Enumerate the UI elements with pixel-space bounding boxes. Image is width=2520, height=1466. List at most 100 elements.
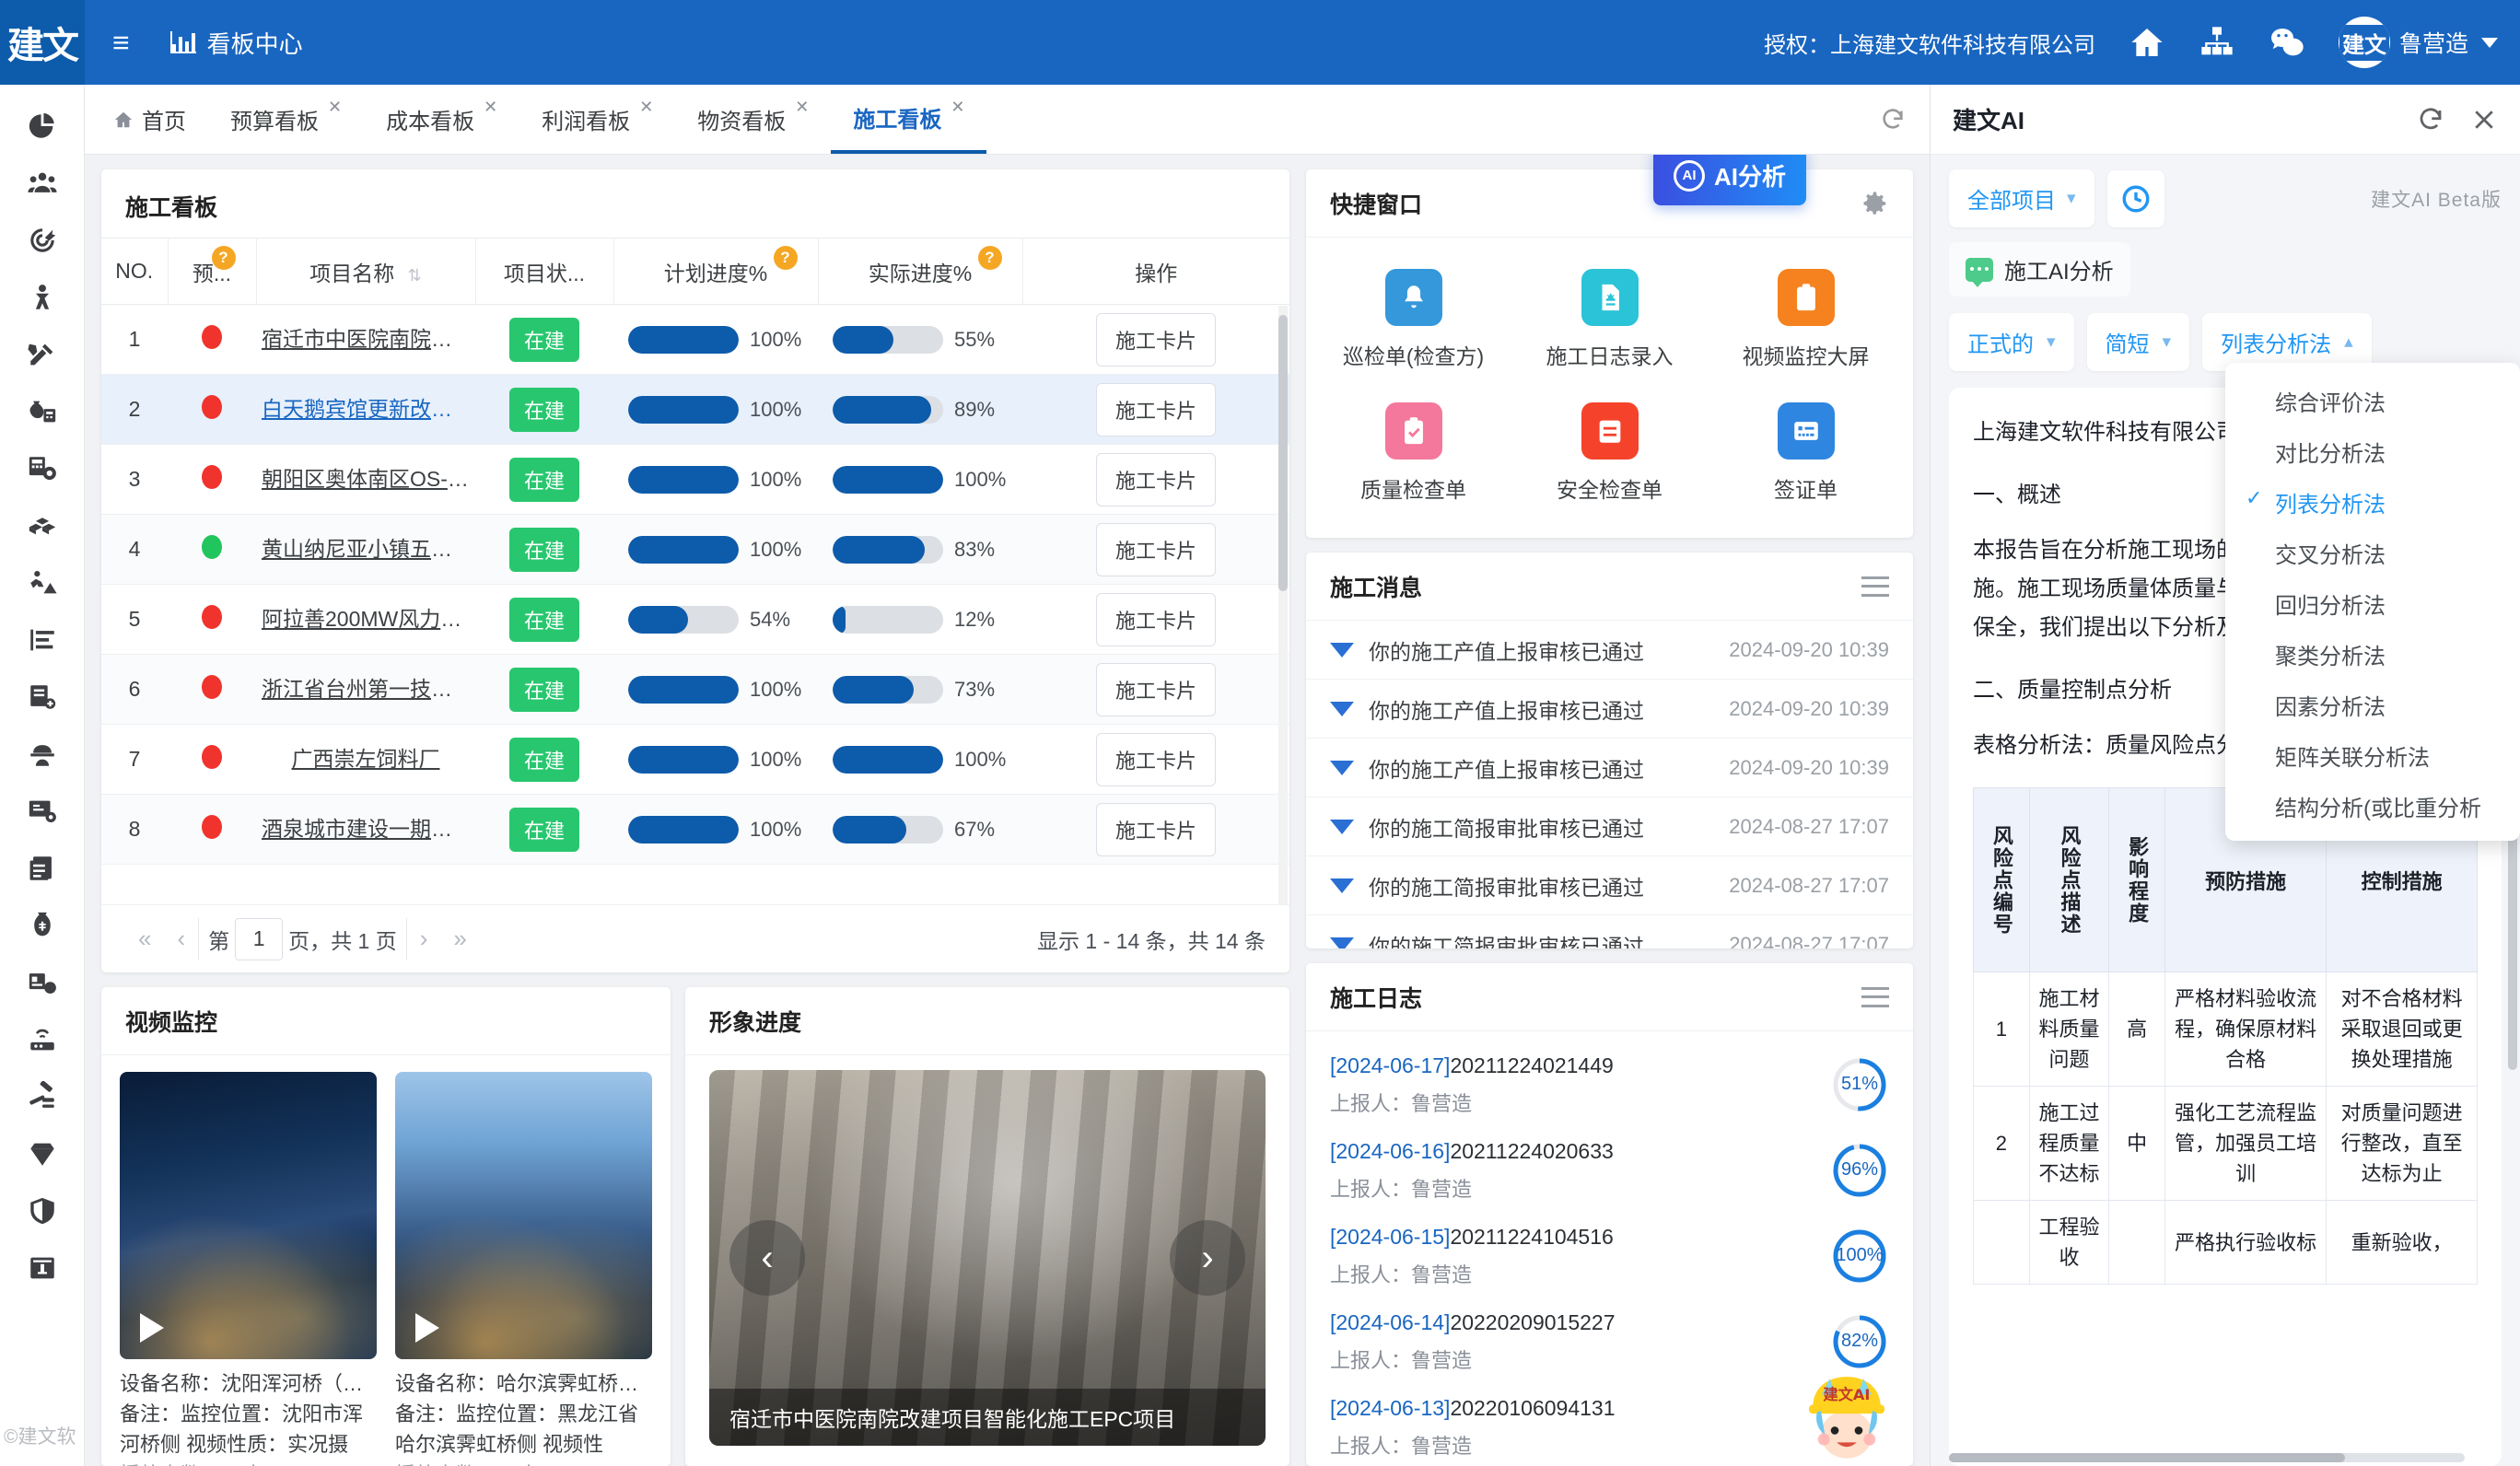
tab-refresh-button[interactable] <box>1880 85 1930 154</box>
dropdown-option[interactable]: 回归分析法 <box>2225 578 2520 629</box>
progress-image-carousel[interactable]: ‹ › 宿迁市中医院南院改建项目智能化施工EPC项目 <box>709 1070 1266 1446</box>
prev-page-button[interactable]: ‹ <box>164 925 198 953</box>
quick-item[interactable]: 施工日志录入 <box>1511 252 1708 386</box>
play-icon[interactable] <box>140 1313 164 1343</box>
project-select[interactable]: 全部项目 ▾ <box>1949 169 2094 227</box>
sidebar-item-construction[interactable] <box>0 554 85 611</box>
refresh-icon[interactable] <box>2417 106 2444 134</box>
sidebar-item-people[interactable] <box>0 155 85 212</box>
project-name-link[interactable]: 宿迁市中医院南院改建... <box>256 321 475 353</box>
table-scrollbar[interactable] <box>1278 306 1288 904</box>
ai-analysis-tag[interactable]: 施工AI分析 <box>1949 242 2130 297</box>
construction-card-button[interactable]: 施工卡片 <box>1096 593 1216 646</box>
sidebar-item-schedule[interactable] <box>0 611 85 669</box>
tone-select[interactable]: 正式的 ▾ <box>1949 313 2074 371</box>
quick-item[interactable]: 视频监控大屏 <box>1708 252 1904 386</box>
close-icon[interactable]: ✕ <box>328 98 342 117</box>
org-tree-icon[interactable] <box>2199 24 2235 61</box>
list-item[interactable]: 你的施工简报审批审核已通过2024-08-27 17:07 <box>1306 797 1913 856</box>
project-name-link[interactable]: 黄山纳尼亚小镇五星级... <box>256 531 475 563</box>
first-page-button[interactable]: « <box>125 925 164 953</box>
list-item[interactable]: 你的施工简报审批审核已通过2024-08-27 17:07 <box>1306 856 1913 915</box>
page-input[interactable] <box>235 918 283 960</box>
table-row[interactable]: 2白天鹅宾馆更新改造第...在建100%89%施工卡片 <box>101 375 1289 445</box>
wechat-icon[interactable] <box>2269 24 2305 61</box>
sidebar-item-archive[interactable] <box>0 1239 85 1297</box>
table-row[interactable]: 7广西崇左饲料厂在建100%100%施工卡片 <box>101 725 1289 795</box>
sidebar-item-finance[interactable] <box>0 383 85 440</box>
list-item[interactable]: 你的施工产值上报审核已通过2024-09-20 10:39 <box>1306 680 1913 739</box>
close-icon[interactable]: ✕ <box>795 98 809 117</box>
quick-item[interactable]: 签证单 <box>1708 386 1904 519</box>
close-icon[interactable] <box>2470 106 2498 134</box>
sidebar-item-cost[interactable] <box>0 440 85 497</box>
col-plan-progress[interactable]: 计划进度% ? <box>613 239 818 305</box>
video-thumbnail[interactable] <box>120 1072 377 1359</box>
menu-icon[interactable] <box>1861 987 1889 1007</box>
table-row[interactable]: 8酒泉城市建设一期工程在建100%67%施工卡片 <box>101 795 1289 865</box>
play-icon[interactable] <box>415 1313 439 1343</box>
project-name-link[interactable]: 酒泉城市建设一期工程 <box>256 811 475 843</box>
construction-card-button[interactable]: 施工卡片 <box>1096 803 1216 856</box>
gear-icon[interactable] <box>1861 190 1889 217</box>
table-row[interactable]: 3朝阳区奥体南区OS-02...在建100%100%施工卡片 <box>101 445 1289 515</box>
sidebar-item-iot[interactable] <box>0 1011 85 1068</box>
sidebar-item-materials[interactable] <box>0 497 85 554</box>
list-item[interactable]: [2024-06-16]20211224020633上报人：鲁营造96% <box>1330 1126 1889 1212</box>
tab-materials-board[interactable]: 物资看板 ✕ <box>675 85 831 154</box>
method-dropdown-menu[interactable]: 综合评价法对比分析法列表分析法交叉分析法回归分析法聚类分析法因素分析法矩阵关联分… <box>2225 363 2520 841</box>
sidebar-item-legal[interactable] <box>0 1068 85 1125</box>
video-item[interactable]: 设备名称：哈尔滨霁虹桥… 备注：监控位置：黑龙江省哈尔滨霁虹桥侧 视频性 播放次… <box>395 1072 652 1449</box>
construction-card-button[interactable]: 施工卡片 <box>1096 523 1216 576</box>
sidebar-item-quality[interactable] <box>0 1125 85 1182</box>
ai-analysis-button[interactable]: AI AI分析 <box>1653 155 1806 205</box>
col-project-name[interactable]: 项目名称 ⇅ <box>256 239 475 305</box>
list-item[interactable]: [2024-06-15]20211224104516上报人：鲁营造100% <box>1330 1212 1889 1297</box>
last-page-button[interactable]: » <box>440 925 479 953</box>
project-name-link[interactable]: 朝阳区奥体南区OS-02... <box>256 461 475 493</box>
tab-cost-board[interactable]: 成本看板 ✕ <box>364 85 519 154</box>
sidebar-item-safety[interactable] <box>0 726 85 783</box>
user-menu[interactable]: 建文 鲁营造 <box>2339 17 2498 68</box>
tab-home[interactable]: 首页 <box>85 85 208 154</box>
close-icon[interactable]: ✕ <box>951 98 964 117</box>
quick-item[interactable]: 质量检查单 <box>1315 386 1511 519</box>
quick-item[interactable]: 巡检单(检查方) <box>1315 252 1511 386</box>
dropdown-option[interactable]: 矩阵关联分析法 <box>2225 730 2520 781</box>
list-item[interactable]: [2024-06-17]20211224021449上报人：鲁营造51% <box>1330 1041 1889 1126</box>
list-item[interactable]: 你的施工产值上报审核已通过2024-09-20 10:39 <box>1306 621 1913 680</box>
tab-construction-board[interactable]: 施工看板 ✕ <box>831 85 986 154</box>
sidebar-item-documents[interactable] <box>0 669 85 726</box>
dropdown-option[interactable]: 结构分析(或比重分析 <box>2225 781 2520 832</box>
construction-card-button[interactable]: 施工卡片 <box>1096 733 1216 786</box>
app-logo[interactable]: 建文 <box>0 0 85 85</box>
list-item[interactable]: 你的施工产值上报审核已通过2024-09-20 10:39 <box>1306 739 1913 797</box>
sidebar-item-settlement[interactable] <box>0 954 85 1011</box>
project-name-link[interactable]: 白天鹅宾馆更新改造第... <box>256 391 475 423</box>
sidebar-item-payments[interactable] <box>0 897 85 954</box>
table-row[interactable]: 1宿迁市中医院南院改建...在建100%55%施工卡片 <box>101 305 1289 375</box>
dropdown-option[interactable]: 因素分析法 <box>2225 680 2520 730</box>
sidebar-item-tools[interactable] <box>0 326 85 383</box>
dropdown-option[interactable]: 聚类分析法 <box>2225 629 2520 680</box>
ai-panel-horizontal-scrollbar[interactable] <box>1949 1453 2465 1462</box>
quick-item[interactable]: 安全检查单 <box>1511 386 1708 519</box>
col-warning[interactable]: 预... ? <box>168 239 256 305</box>
ai-mascot-icon[interactable]: 建文AI <box>1797 1363 1896 1462</box>
sort-icon[interactable]: ⇅ <box>408 266 422 285</box>
history-button[interactable] <box>2107 170 2164 227</box>
hamburger-icon[interactable]: ≡ <box>112 28 130 57</box>
sidebar-item-security[interactable] <box>0 1182 85 1239</box>
construction-card-button[interactable]: 施工卡片 <box>1096 383 1216 436</box>
construction-card-button[interactable]: 施工卡片 <box>1096 663 1216 716</box>
dropdown-option[interactable]: 列表分析法 <box>2225 477 2520 528</box>
home-icon[interactable] <box>2129 24 2165 61</box>
dropdown-option[interactable]: 交叉分析法 <box>2225 528 2520 578</box>
table-row[interactable]: 4黄山纳尼亚小镇五星级...在建100%83%施工卡片 <box>101 515 1289 585</box>
sidebar-item-dashboard[interactable] <box>0 98 85 155</box>
help-icon[interactable]: ? <box>774 246 798 270</box>
table-row[interactable]: 5阿拉善200MW风力发...在建54%12%施工卡片 <box>101 585 1289 655</box>
list-item[interactable]: 你的施工简报审批审核已通过2024-08-27 17:07 <box>1306 915 1913 948</box>
col-actual-progress[interactable]: 实际进度% ? <box>818 239 1022 305</box>
project-name-link[interactable]: 广西崇左饲料厂 <box>286 741 446 773</box>
